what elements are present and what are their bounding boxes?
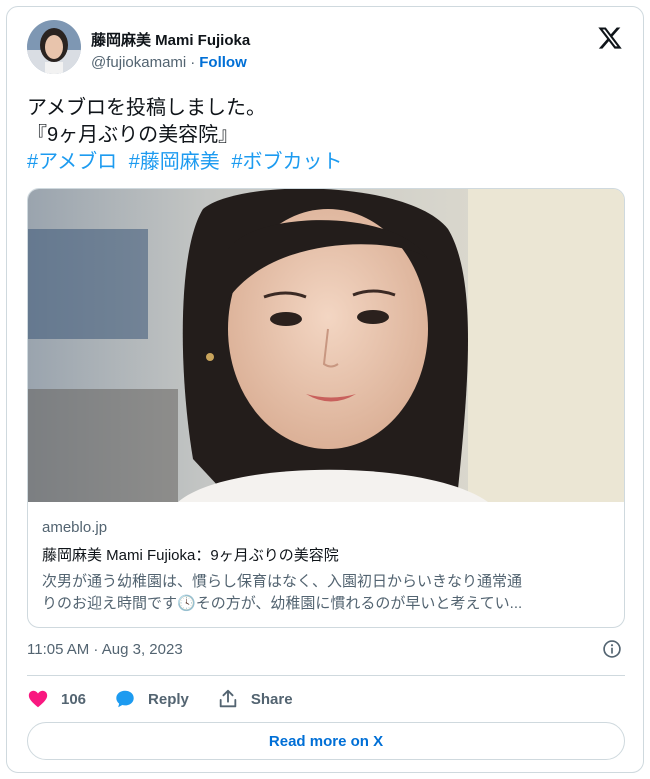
reply-button[interactable]: Reply — [114, 688, 189, 710]
link-description-line-2b: その方が、幼稚園に慣れるのが早いと考えてい... — [195, 595, 523, 612]
share-button[interactable]: Share — [217, 688, 293, 710]
hashtag-fujioka-mami[interactable]: #藤岡麻美 — [129, 151, 220, 173]
link-description-line-2a: りのお迎え時間です — [42, 595, 178, 612]
link-description: 次男が通う幼稚園は、慣らし保育はなく、入園初日からいきなり通常通 りのお迎え時間… — [42, 571, 614, 615]
clock-emoji-icon: 🕓 — [177, 595, 196, 612]
link-title: 藤岡麻美 Mami Fujioka：9ヶ月ぶりの美容院 — [42, 547, 339, 564]
hashtag-ameblo[interactable]: #アメブロ — [27, 151, 117, 173]
divider — [27, 675, 625, 676]
x-logo-icon[interactable] — [597, 25, 623, 51]
link-preview-text: ameblo.jp 藤岡麻美 Mami Fujioka：9ヶ月ぶりの美容院 次男… — [42, 519, 614, 615]
tweet-text: アメブロを投稿しました。 『9ヶ月ぶりの美容院』 #アメブロ #藤岡麻美 #ボブ… — [27, 95, 349, 176]
author-name-row: 藤岡麻美 Mami Fujioka — [91, 29, 250, 50]
handle-separator: · — [190, 54, 196, 71]
share-upload-icon — [217, 688, 239, 710]
author-display-name[interactable]: 藤岡麻美 Mami Fujioka — [91, 29, 250, 50]
link-description-line-1: 次男が通う幼稚園は、慣らし保育はなく、入園初日からいきなり通常通 — [42, 573, 523, 590]
follow-link[interactable]: Follow — [199, 54, 247, 71]
share-label: Share — [250, 690, 293, 708]
like-count: 106 — [61, 690, 87, 708]
author-handle[interactable]: @fujiokamami — [91, 54, 186, 71]
hashtag-bob-cut[interactable]: #ボブカット — [231, 151, 342, 173]
like-button[interactable]: 106 — [27, 688, 86, 710]
link-preview-image — [28, 189, 624, 502]
avatar-image — [27, 20, 81, 74]
avatar[interactable] — [27, 20, 81, 74]
hashtag-row: #アメブロ #藤岡麻美 #ボブカット — [27, 149, 349, 176]
link-description-line-2: りのお迎え時間です🕓その方が、幼稚園に慣れるのが早いと考えてい... — [42, 593, 614, 615]
author-handle-row: @fujiokamami · Follow — [91, 54, 247, 71]
speech-bubble-icon — [114, 688, 136, 710]
tweet-line-1: アメブロを投稿しました。 — [27, 97, 266, 119]
read-more-button[interactable]: Read more on X — [27, 722, 625, 760]
tweet-line-2: 『9ヶ月ぶりの美容院』 — [27, 124, 239, 146]
tweet-embed-card: 藤岡麻美 Mami Fujioka @fujiokamami · Follow … — [6, 6, 644, 773]
action-bar: 106 Reply Share — [27, 685, 321, 713]
heart-icon — [27, 688, 49, 710]
info-icon[interactable] — [602, 639, 622, 659]
link-domain: ameblo.jp — [42, 519, 108, 536]
reply-label: Reply — [148, 690, 189, 708]
link-preview-card[interactable]: ameblo.jp 藤岡麻美 Mami Fujioka：9ヶ月ぶりの美容院 次男… — [27, 188, 625, 628]
tweet-timestamp[interactable]: 11:05 AM · Aug 3, 2023 — [27, 641, 183, 658]
